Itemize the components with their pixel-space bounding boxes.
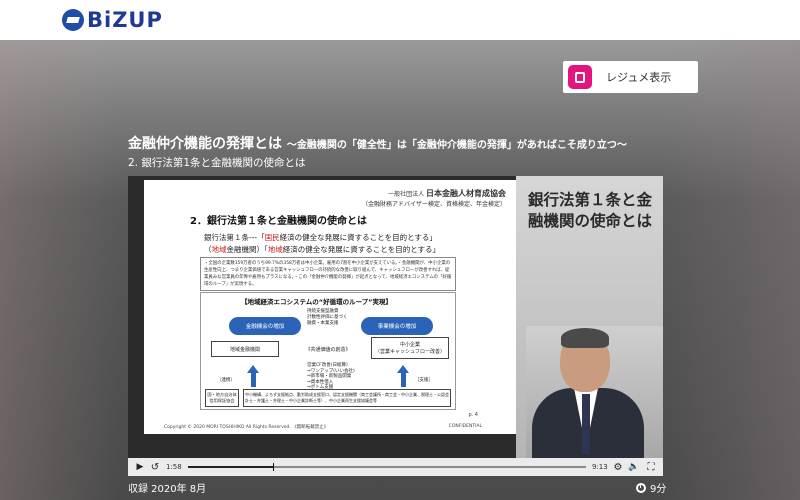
settings-icon[interactable]: ⚙ <box>612 458 624 476</box>
progress-thumb[interactable] <box>272 463 274 471</box>
line1-red: 国民 <box>264 233 280 242</box>
bizup-logo-icon <box>62 9 84 31</box>
arrow-right-stem <box>401 373 406 387</box>
clock-icon <box>636 482 646 493</box>
slide-line-1: 銀行法第１条---「国民経済の健全な発展に資することを目的とする」 <box>204 232 437 243</box>
video-length: 9分 <box>636 480 666 495</box>
box-regional-bank: 地域金融機関 <box>211 341 279 357</box>
association-subtitle: （金融財務アドバイザー検定、資格検定、年金検定） <box>361 201 506 208</box>
show-resume-button[interactable]: レジュメ表示 <box>563 61 698 93</box>
association-prefix: 一般社団法人 <box>388 191 425 198</box>
arrow-left-stem <box>251 373 256 387</box>
presenter-tie <box>582 394 590 454</box>
logo-text: BiZUP <box>87 8 163 32</box>
resume-button-label: レジュメ表示 <box>606 71 672 84</box>
lecture-slide: 一般社団法人 日本金融人材育成協会 （金融財務アドバイザー検定、資格検定、年金検… <box>144 180 516 434</box>
presenter-hair <box>561 328 609 348</box>
video-player[interactable]: 一般社団法人 日本金融人材育成協会 （金融財務アドバイザー検定、資格検定、年金検… <box>128 176 663 476</box>
pill-finance-opportunity: 金融機会の増加 <box>229 317 301 335</box>
slide-copyright: Copyright © 2020 MORI TOSHIHIKO All Righ… <box>164 425 329 430</box>
arrow-up-right-icon <box>397 365 409 373</box>
recorded-date: 収録 2020年 8月 <box>128 484 207 495</box>
progress-fill <box>188 466 273 468</box>
box-sme: 中小企業 （営業キャッシュフロー改善） <box>371 337 449 359</box>
association-name: 日本金融人材育成協会 <box>426 189 506 198</box>
pill-business-opportunity: 事業機会の増加 <box>361 317 433 335</box>
background-tint-left <box>0 40 120 500</box>
arrow-up-left-icon <box>247 365 259 373</box>
line2-prefix: （ <box>204 245 212 254</box>
side-panel-title: 銀行法第１条と金融機関の使命とは <box>528 191 653 230</box>
box-shared-value: 《共通価値の創造》 <box>295 341 361 357</box>
line2-mid: 金融機関）「 <box>226 245 268 254</box>
background-tint-right <box>660 40 800 500</box>
support-note: 営業CF改善(日総算) ⇒ワンアップ(いい会社) ⇒新市場・新製品開発 ⇒資本性… <box>307 363 355 390</box>
player-controls: ▶ ↺ 1:58 9:13 ⚙ 🔈 ⛶ <box>128 458 663 476</box>
current-time: 1:58 <box>166 463 182 471</box>
line1-prefix: 銀行法第１条---「 <box>204 233 265 242</box>
slide-heading: 2．銀行法第１条と金融機関の使命とは <box>190 216 367 227</box>
slide-confidential: CONFIDENTIAL <box>448 424 482 429</box>
line1-suffix: 経済の健全な発展に資することを目的とする」 <box>279 233 437 242</box>
slide-line-2: （地域金融機関）「地域経済の健全な発展に資することを目的とする」 <box>204 244 440 255</box>
slide-page-number: p. 4 <box>468 412 478 418</box>
association-header: 一般社団法人 日本金融人材育成協会 （金融財務アドバイザー検定、資格検定、年金検… <box>362 188 506 208</box>
financing-note: 持続支援型融資 計数性評価に基づく 融資・本業支援 <box>307 309 348 326</box>
label-support: ［支援］ <box>415 378 433 383</box>
play-icon[interactable]: ▶ <box>134 458 146 476</box>
lesson-title: 2. 銀行法第1条と金融機関の使命とは <box>128 157 306 169</box>
line2-red-a: 地域 <box>211 245 227 254</box>
duration: 9:13 <box>592 463 608 471</box>
presenter-video <box>526 326 663 458</box>
box-support-orgs: 中小機構、よろず支援拠点、勤労助成支援窓口、認定支援機関（商工会議所・商工会・中… <box>243 389 451 407</box>
line2-red-b: 地域 <box>267 245 283 254</box>
course-title-main: 金融仲介機能の発揮とは <box>128 136 282 152</box>
label-enhance: （連携） <box>217 378 235 383</box>
ecosystem-diagram: 【地域経済エコシステムの“好循環のループ”実現】 金融機会の増加 事業機会の増加… <box>200 292 456 410</box>
fullscreen-icon[interactable]: ⛶ <box>644 458 658 476</box>
line2-suffix: 経済の健全な発展に資することを目的とする」 <box>282 245 441 254</box>
top-bar: BiZUP <box>0 0 800 40</box>
note-icon <box>568 65 592 89</box>
box-government: 国・地方自治体 信用保証協会 <box>205 389 239 407</box>
course-title-sub: 〜金融機関の「健全性」は「金融仲介機能の発揮」があればこそ成り立つ〜 <box>286 140 627 151</box>
slide-bullet-box: ・全国の企業数359万者のうち99.7%の358万者は中小企業。雇用の7割を中小… <box>200 257 456 291</box>
video-length-label: 9分 <box>650 484 667 495</box>
course-title: 金融仲介機能の発揮とは 〜金融機関の「健全性」は「金融仲介機能の発揮」があればこ… <box>128 133 627 153</box>
progress-bar[interactable] <box>188 463 586 471</box>
bizup-logo[interactable]: BiZUP <box>62 7 163 33</box>
volume-icon[interactable]: 🔈 <box>628 458 640 476</box>
ecosystem-title: 【地域経済エコシステムの“好循環のループ”実現】 <box>241 298 392 306</box>
replay-icon[interactable]: ↺ <box>149 458 161 476</box>
